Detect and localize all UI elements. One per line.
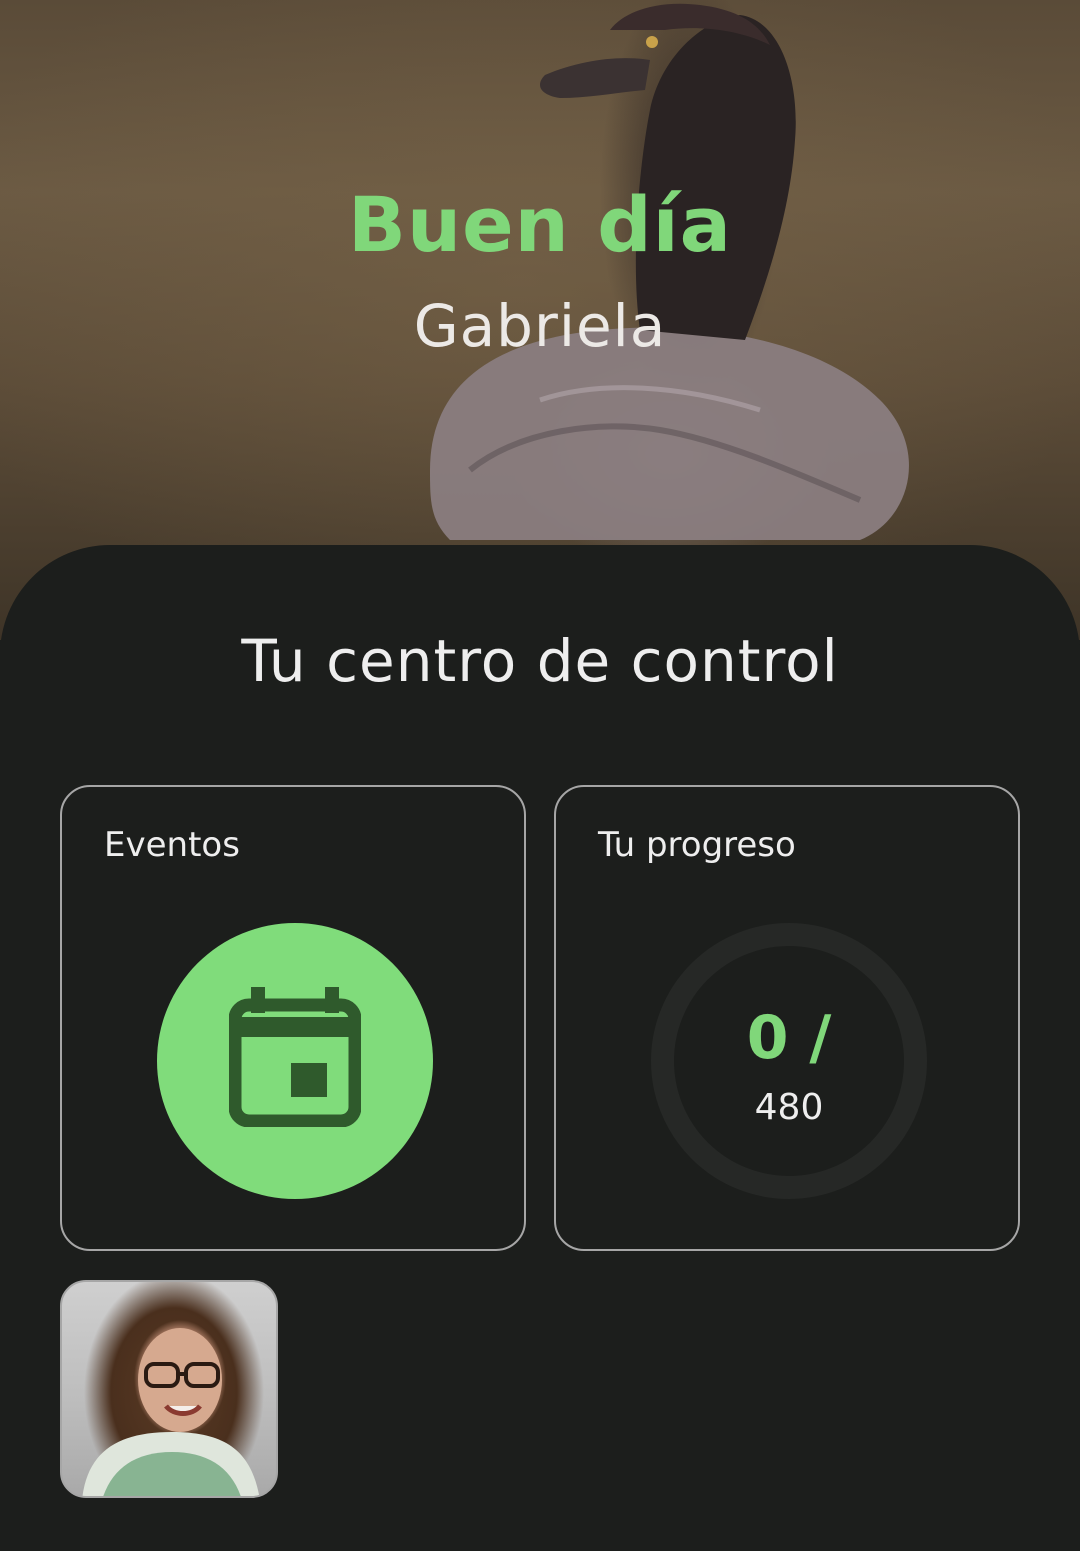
events-icon-circle[interactable] — [157, 923, 433, 1199]
avatar-photo — [82, 1328, 260, 1496]
control-center-sheet: Tu centro de control Eventos Tu progreso… — [0, 545, 1080, 1551]
section-title: Tu centro de control — [241, 627, 839, 695]
progress-total-value: 480 — [754, 1087, 824, 1128]
duck-illustration — [430, 3, 909, 540]
greeting-text: Buen día — [348, 180, 732, 269]
events-card[interactable]: Eventos — [60, 785, 526, 1251]
user-avatar[interactable] — [60, 1280, 278, 1498]
calendar-icon — [229, 987, 361, 1127]
events-card-label: Eventos — [104, 825, 240, 865]
progress-current-value: 0 / — [746, 1003, 832, 1073]
hero-header: Buen día Gabriela — [0, 0, 1080, 640]
user-name: Gabriela — [413, 292, 667, 360]
progress-card[interactable]: Tu progreso 0 / 480 — [554, 785, 1020, 1251]
progress-card-label: Tu progreso — [598, 825, 796, 865]
